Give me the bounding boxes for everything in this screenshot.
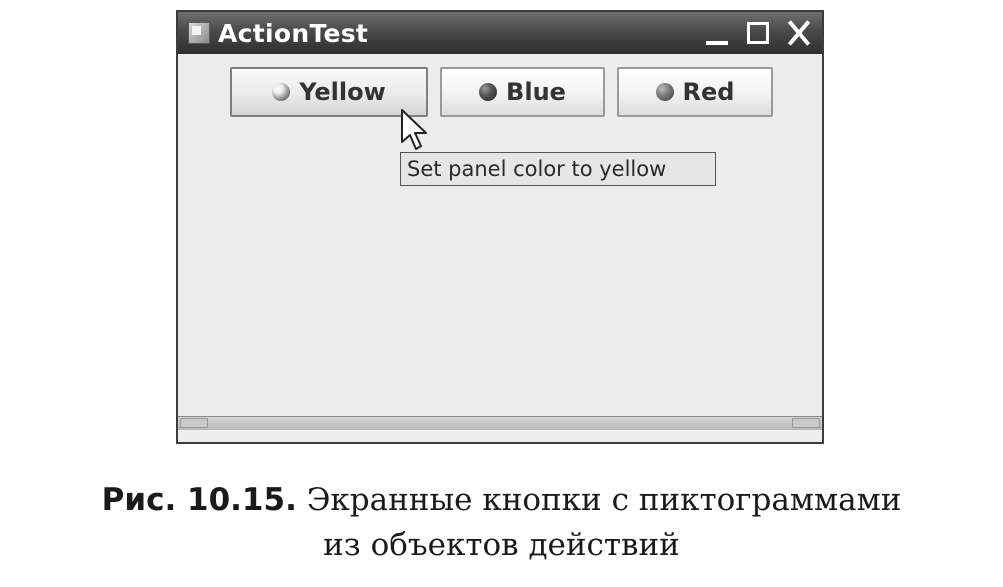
- window-title: ActionTest: [218, 19, 369, 48]
- java-app-icon[interactable]: [188, 22, 210, 44]
- title-bar[interactable]: ActionTest: [178, 12, 822, 54]
- maximize-icon[interactable]: [743, 18, 773, 48]
- mouse-cursor-icon: [401, 109, 427, 150]
- caption-figure-label: Рис. 10.15.: [101, 482, 297, 518]
- red-button-label: Red: [682, 78, 735, 106]
- red-button[interactable]: Red: [617, 67, 773, 117]
- caption-text-line1: Экранные кнопки с пиктограммами: [306, 482, 902, 518]
- yellow-button-content: Yellow: [232, 69, 426, 115]
- close-icon[interactable]: [784, 18, 814, 48]
- minimize-icon[interactable]: [702, 18, 732, 48]
- blue-button-content: Blue: [442, 69, 603, 115]
- blue-button[interactable]: Blue: [440, 67, 605, 117]
- caption-text-line2: из объектов действий: [323, 527, 680, 563]
- tooltip: Set panel color to yellow: [400, 152, 716, 186]
- figure-caption: Рис. 10.15. Экранные кнопки с пиктограмм…: [0, 478, 1003, 568]
- yellow-ball-icon: [272, 83, 291, 101]
- blue-ball-icon: [479, 83, 498, 101]
- yellow-button[interactable]: Yellow: [230, 67, 428, 117]
- red-button-content: Red: [619, 69, 771, 115]
- caption-line-1: Рис. 10.15. Экранные кнопки с пиктограмм…: [0, 478, 1003, 523]
- bottom-scrollbar[interactable]: [178, 416, 822, 430]
- red-ball-icon: [655, 83, 674, 101]
- button-panel: Yellow Blue Red: [178, 54, 822, 430]
- yellow-button-label: Yellow: [299, 78, 386, 106]
- blue-button-label: Blue: [506, 78, 566, 106]
- action-test-window: ActionTest Yellow Blue Red: [176, 10, 824, 444]
